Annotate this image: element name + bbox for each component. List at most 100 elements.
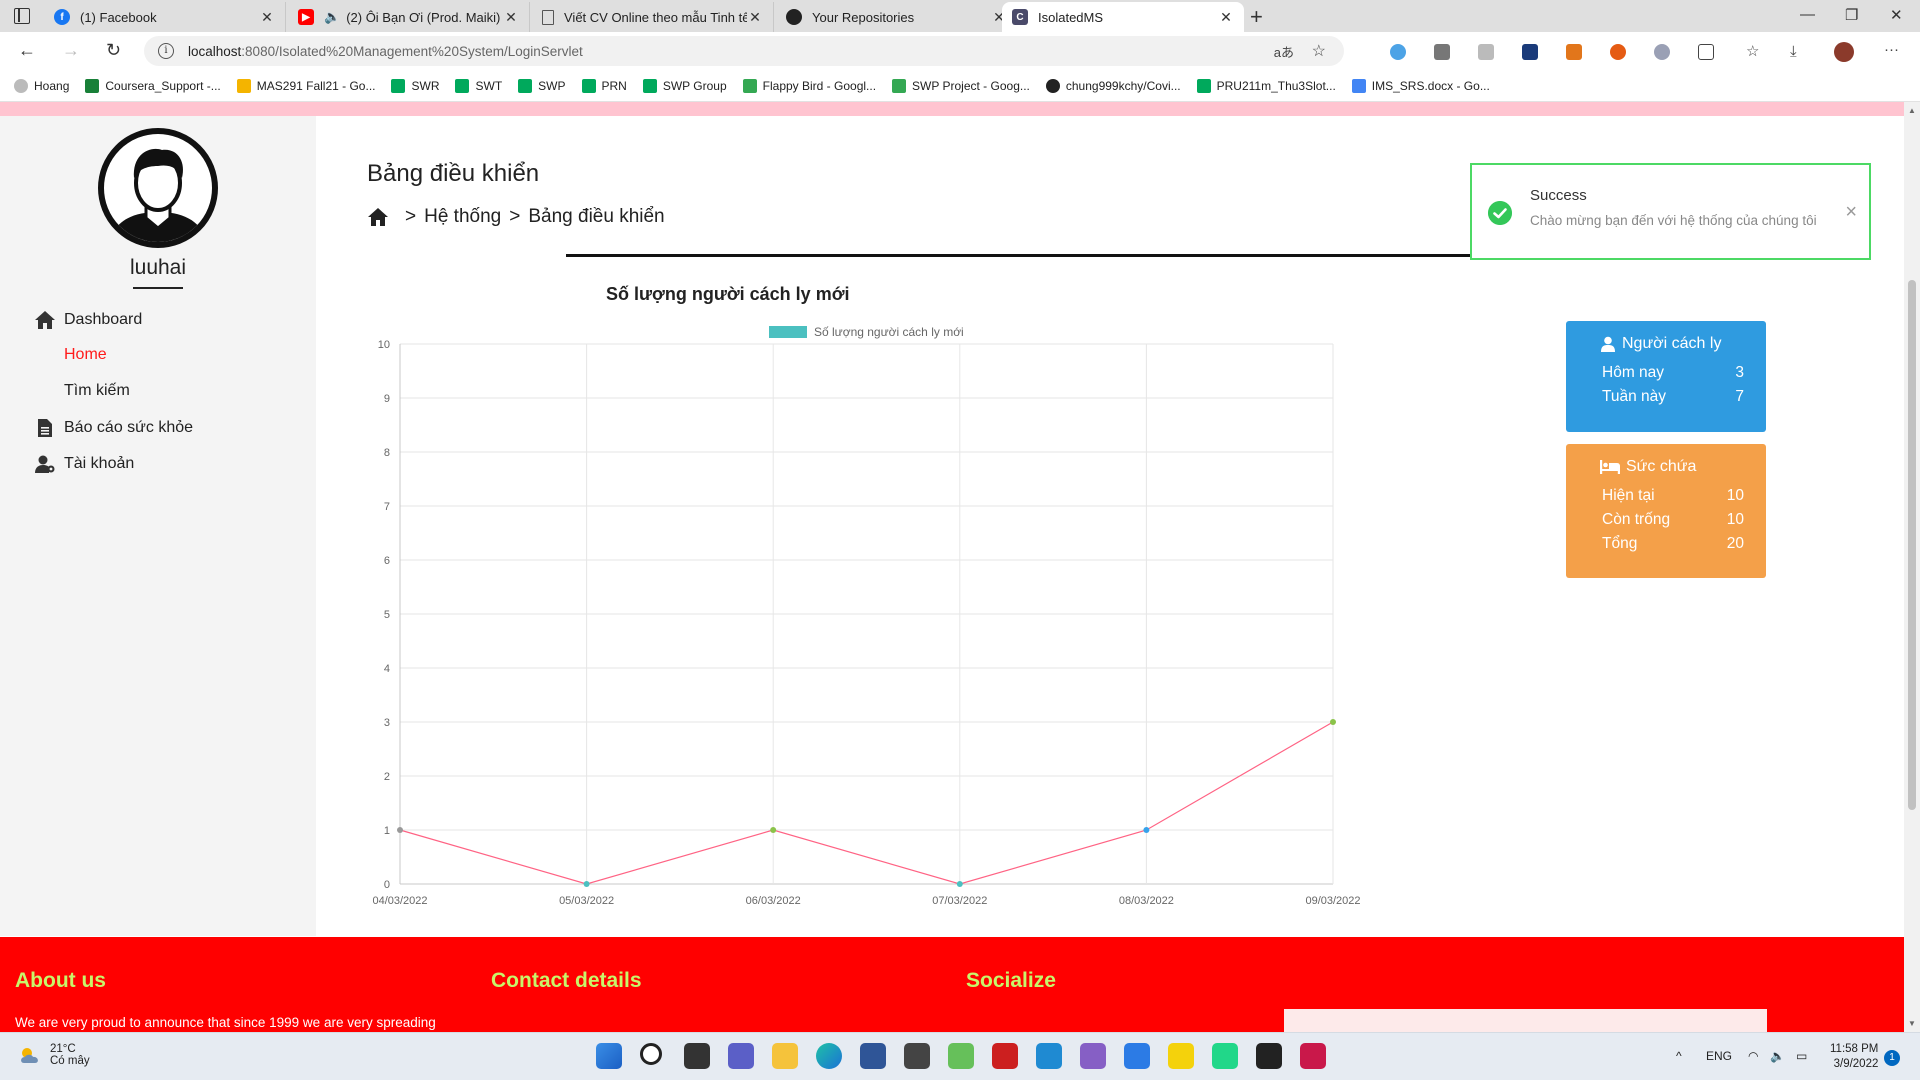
wifi-icon[interactable]: ◠ bbox=[1748, 1049, 1758, 1063]
profile-avatar[interactable] bbox=[1834, 42, 1854, 62]
file-explorer-icon[interactable] bbox=[772, 1043, 798, 1069]
site-info-icon[interactable]: i bbox=[158, 43, 174, 59]
breadcrumb-item-system[interactable]: Hệ thống bbox=[424, 206, 501, 228]
address-bar[interactable]: i localhost:8080/Isolated%20Management%2… bbox=[144, 36, 1344, 66]
tab-actions-icon[interactable] bbox=[14, 8, 30, 24]
window-close-icon[interactable]: ✕ bbox=[1890, 6, 1903, 24]
close-icon[interactable]: × bbox=[1845, 201, 1857, 224]
minimize-icon[interactable]: — bbox=[1800, 6, 1815, 23]
back-icon[interactable]: ← bbox=[18, 40, 36, 61]
favorite-star-icon[interactable]: ☆ bbox=[1312, 41, 1326, 61]
read-aloud-icon[interactable]: aあ bbox=[1274, 42, 1294, 61]
task-view-icon[interactable] bbox=[684, 1043, 710, 1069]
unity-hub-icon[interactable] bbox=[1256, 1043, 1282, 1069]
chat-icon[interactable] bbox=[728, 1043, 754, 1069]
bookmark-item[interactable]: chung999kchy/Covi... bbox=[1045, 78, 1181, 93]
sidebar-item-health-report[interactable]: Báo cáo sức khỏe bbox=[34, 418, 193, 438]
new-tab-icon[interactable]: + bbox=[1250, 4, 1263, 30]
file-document-icon bbox=[38, 419, 52, 437]
rider-icon[interactable] bbox=[1300, 1043, 1326, 1069]
drive-icon bbox=[236, 78, 251, 93]
close-tab-icon[interactable]: ✕ bbox=[503, 9, 519, 26]
bookmark-item[interactable]: PRN bbox=[581, 78, 627, 93]
breadcrumb-separator: > bbox=[509, 206, 521, 227]
extension-icon[interactable] bbox=[1434, 44, 1450, 60]
bookmark-label: SWR bbox=[411, 78, 440, 93]
check-circle-icon bbox=[1488, 201, 1512, 225]
sidebar-item-dashboard[interactable]: Dashboard bbox=[34, 310, 142, 330]
meet-icon bbox=[642, 78, 657, 93]
extension-icon[interactable] bbox=[1390, 44, 1406, 60]
close-tab-icon[interactable]: ✕ bbox=[747, 9, 763, 26]
app-icon[interactable] bbox=[948, 1043, 974, 1069]
page-title: Bảng điều khiển bbox=[367, 160, 540, 187]
downloads-icon[interactable]: ⤓ bbox=[1790, 44, 1806, 60]
scroll-up-icon[interactable]: ▲ bbox=[1908, 106, 1916, 115]
sidebar-item-search[interactable]: Tìm kiếm bbox=[64, 382, 130, 400]
home-icon bbox=[35, 311, 55, 329]
security-icon[interactable] bbox=[860, 1043, 886, 1069]
volume-icon[interactable]: 🔈 bbox=[1770, 1049, 1785, 1063]
extension-icon[interactable] bbox=[1478, 44, 1494, 60]
chart-legend[interactable]: Số lượng người cách ly mới bbox=[769, 325, 964, 339]
visual-studio-icon[interactable] bbox=[1080, 1043, 1106, 1069]
sidebar-item-account[interactable]: Tài khoản bbox=[34, 454, 134, 474]
vscode-icon[interactable] bbox=[1036, 1043, 1062, 1069]
page-scrollbar[interactable]: ▲ ▼ bbox=[1904, 102, 1920, 1032]
sidebar-item-home[interactable]: Home bbox=[64, 346, 107, 364]
extension-icon[interactable] bbox=[1610, 44, 1626, 60]
tray-overflow-icon[interactable]: ^ bbox=[1676, 1049, 1682, 1063]
language-indicator[interactable]: ENG bbox=[1706, 1049, 1732, 1063]
edge-icon[interactable] bbox=[816, 1043, 842, 1069]
scroll-down-icon[interactable]: ▼ bbox=[1908, 1019, 1916, 1028]
bookmark-item[interactable]: Coursera_Support -... bbox=[85, 78, 221, 93]
clock[interactable]: 11:58 PM 3/9/2022 bbox=[1830, 1042, 1878, 1072]
bookmark-item[interactable]: PRU211m_Thu3Slot... bbox=[1196, 78, 1336, 93]
bookmark-item[interactable]: MAS291 Fall21 - Go... bbox=[236, 78, 375, 93]
todo-icon[interactable] bbox=[1124, 1043, 1150, 1069]
bookmark-item[interactable]: SWR bbox=[391, 78, 440, 93]
username: luuhai bbox=[129, 256, 187, 279]
home-icon[interactable] bbox=[367, 207, 389, 227]
bookmark-item[interactable]: IMS_SRS.docx - Go... bbox=[1351, 78, 1490, 93]
more-menu-icon[interactable]: ··· bbox=[1884, 42, 1900, 60]
bookmark-item[interactable]: SWT bbox=[455, 78, 502, 93]
weather-widget[interactable]: 21°C Có mây bbox=[18, 1043, 90, 1067]
facebook-icon: f bbox=[54, 9, 70, 25]
bookmark-item[interactable]: SWP Project - Goog... bbox=[892, 78, 1030, 93]
tab-youtube[interactable]: ▶ 🔈 (2) Ôi Bạn Ơi (Prod. Maiki) | ✕ bbox=[288, 2, 530, 32]
extension-icon[interactable] bbox=[1522, 44, 1538, 60]
restore-icon[interactable]: ❐ bbox=[1845, 6, 1858, 24]
bookmark-item[interactable]: Flappy Bird - Googl... bbox=[742, 78, 876, 93]
metamask-icon[interactable] bbox=[1566, 44, 1582, 60]
ruby-icon[interactable] bbox=[992, 1043, 1018, 1069]
tab-github[interactable]: Your Repositories ✕ bbox=[776, 2, 1018, 32]
bookmark-item[interactable]: SWP Group bbox=[642, 78, 727, 93]
start-icon[interactable] bbox=[596, 1043, 622, 1069]
meet-icon bbox=[455, 78, 470, 93]
close-tab-icon[interactable]: ✕ bbox=[1218, 9, 1234, 26]
speaker-icon[interactable]: 🔈 bbox=[324, 9, 340, 25]
scrollbar-thumb[interactable] bbox=[1908, 280, 1916, 810]
unity-icon[interactable] bbox=[904, 1043, 930, 1069]
search-icon[interactable] bbox=[640, 1043, 662, 1065]
favorites-icon[interactable]: ☆ bbox=[1746, 44, 1762, 60]
footer-map-panel[interactable] bbox=[1284, 1009, 1767, 1032]
tab-isolatedms[interactable]: C IsolatedMS ✕ bbox=[1002, 2, 1244, 32]
y-tick-label: 0 bbox=[384, 879, 390, 891]
bookmark-item[interactable]: SWP bbox=[518, 78, 566, 93]
sidebar-item-label: Tài khoản bbox=[64, 455, 135, 472]
notification-badge[interactable]: 1 bbox=[1884, 1050, 1900, 1066]
line-chart: Số lượng người cách ly mới 012345678910 … bbox=[372, 325, 1360, 907]
tab-cv[interactable]: Viết CV Online theo mẫu Tinh tế ✕ bbox=[532, 2, 774, 32]
refresh-icon[interactable]: ↻ bbox=[106, 40, 121, 61]
battery-icon[interactable]: ▭ bbox=[1796, 1049, 1807, 1063]
pycharm-icon[interactable] bbox=[1212, 1043, 1238, 1069]
extensions-puzzle-icon[interactable] bbox=[1698, 44, 1714, 60]
tab-facebook[interactable]: f (1) Facebook ✕ bbox=[44, 2, 286, 32]
sticky-notes-icon[interactable] bbox=[1168, 1043, 1194, 1069]
forward-icon[interactable]: → bbox=[62, 40, 80, 61]
extension-icon[interactable] bbox=[1654, 44, 1670, 60]
close-tab-icon[interactable]: ✕ bbox=[259, 9, 275, 26]
bookmark-item[interactable]: Hoang bbox=[14, 78, 69, 93]
